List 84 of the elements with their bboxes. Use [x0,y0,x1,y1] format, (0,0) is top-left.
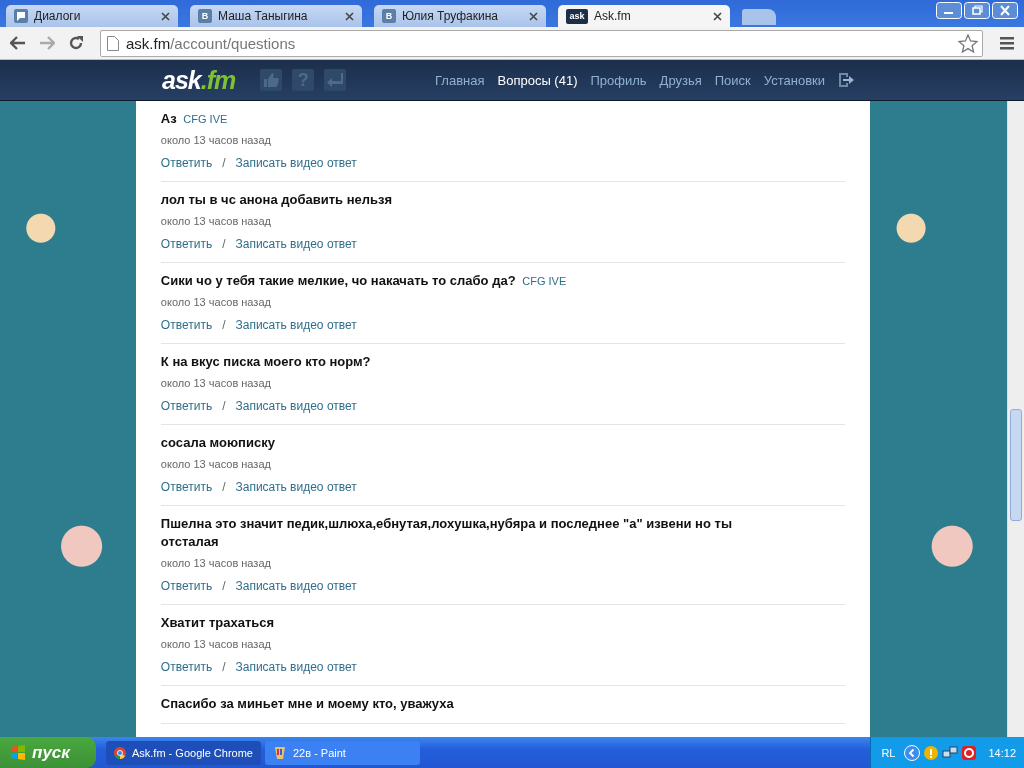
separator-text: / [222,398,226,414]
reload-icon[interactable] [68,35,84,51]
video-answer-link[interactable]: Записать видео ответ [235,479,357,495]
nav-link[interactable]: Вопросы (41) [497,72,578,88]
question-text: лол ты в чс анона добавить нельзя [160,191,393,209]
url-text: ask.fm/account/questions [126,34,296,52]
scrollbar[interactable] [1007,101,1024,737]
nav-link[interactable]: Профиль [590,72,647,88]
timestamp: около 13 часов назад [160,295,272,309]
browser-tab[interactable]: ask Ask.fm [558,5,730,27]
author-link[interactable]: CFG IVE [522,275,567,287]
thumbs-up-icon[interactable] [260,69,283,91]
answer-link[interactable]: Ответить [160,155,213,171]
video-answer-link[interactable]: Записать видео ответ [235,659,357,675]
restore-icon[interactable] [964,2,990,19]
timestamp: около 13 часов назад [160,133,272,147]
antivirus-icon[interactable] [961,744,978,761]
nav-link[interactable]: Установки [763,72,825,88]
timestamp: около 13 часов назад [160,637,272,651]
video-answer-link[interactable]: Записать видео ответ [235,317,357,333]
video-answer-link[interactable]: Записать видео ответ [235,398,357,414]
question-text: К на вкус писка моего кто норм? [160,353,372,371]
timestamp: около 13 часов назад [160,457,272,471]
star-icon[interactable] [958,33,978,53]
answer-link[interactable]: Ответить [160,479,213,495]
forward-icon[interactable] [39,36,55,50]
question-text: сосала моюписку [160,434,276,452]
timestamp: около 13 часов назад [160,214,272,228]
video-answer-link[interactable]: Записать видео ответ [235,578,357,594]
chrome-logo-icon [114,745,126,760]
close-icon[interactable] [161,11,170,21]
separator-text: / [222,479,226,495]
answer-link[interactable]: Ответить [160,659,213,675]
start-button[interactable]: пуск [0,737,96,768]
minimize-icon[interactable] [936,2,962,19]
video-answer-link[interactable]: Записать видео ответ [235,236,357,252]
close-icon[interactable] [529,11,538,21]
taskbar-button[interactable]: 22в - Paint [265,740,420,765]
answer-link[interactable]: Ответить [160,578,213,594]
vk-logo-icon: B [382,9,396,23]
taskbar-button[interactable]: Ask.fm - Google Chrome [106,740,261,765]
browser-tab[interactable]: Диалоги [6,5,178,27]
close-icon[interactable] [345,11,354,21]
author-link[interactable]: CFG IVE [183,113,228,125]
browser-tab[interactable]: B Маша Таныгина [190,5,362,27]
separator-text: / [222,155,226,171]
timestamp: около 13 часов назад [160,376,272,390]
browser-tab[interactable]: B Юлия Труфакина [374,5,546,27]
back-icon[interactable] [10,36,26,50]
separator-text: / [222,236,226,252]
nav-link[interactable]: Поиск [714,72,751,88]
question-text: Пшелна это значит педик,шлюха,ебнутая,лохушка,нубяра и последнее "а" извени но ты отсталая [160,515,733,551]
question-text: Хватит трахаться [160,614,276,632]
language-indicator[interactable]: RL [881,746,896,759]
scrollbar-thumb[interactable] [1010,409,1022,521]
answer-link[interactable]: Ответить [160,398,213,414]
timestamp: около 13 часов назад [160,556,272,570]
separator-text: / [222,317,226,333]
ask-fm-logo[interactable]: ask.fm [162,65,236,95]
vk-logo-icon: B [198,9,212,23]
close-icon[interactable] [713,11,722,21]
address-bar[interactable]: ask.fm/account/questions [100,29,983,57]
question-text: Спасибо за миньет мне и моему кто, уважуха [160,695,455,713]
logout-icon[interactable] [838,72,854,88]
question-text: Сики чо у тебя такие мелкие, чо накачать то слабо да? [160,273,516,288]
new-tab-button[interactable] [742,9,776,25]
nav-link[interactable]: Друзья [659,72,702,88]
answer-link[interactable]: Ответить [160,236,213,252]
menu-icon[interactable] [1000,36,1014,50]
chevron-icon[interactable] [904,744,921,761]
clock: 14:12 [988,746,1016,759]
answer-link[interactable]: Ответить [160,317,213,333]
network-icon[interactable] [942,744,959,761]
question-text: Аз [160,111,177,126]
paint-icon [273,745,287,760]
ask-logo-icon: ask [566,8,588,24]
windows-logo-icon [10,745,26,760]
warning-icon[interactable] [923,744,940,761]
video-answer-link[interactable]: Записать видео ответ [235,155,357,171]
separator-text: / [222,578,226,594]
page-icon [107,35,119,51]
separator-text: / [222,659,226,675]
nav-link[interactable]: Главная [435,72,485,88]
chat-icon [14,9,28,23]
